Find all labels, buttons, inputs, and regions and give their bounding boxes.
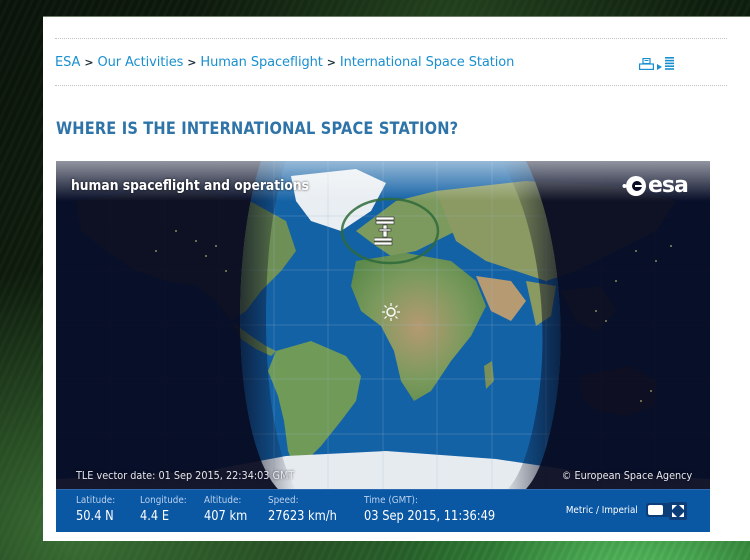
page-title: WHERE IS THE INTERNATIONAL SPACE STATION… xyxy=(56,119,459,139)
iss-icon[interactable] xyxy=(373,216,396,252)
text-list-icon[interactable] xyxy=(665,55,674,74)
time-label: Time (GMT): xyxy=(364,495,418,506)
unit-toggle-group: Metric / Imperial xyxy=(556,503,676,517)
time-field: Time (GMT): 03 Sep 2015, 11:36:49 xyxy=(364,495,513,524)
iss-info-bar: Latitude: 50.4 N Longitude: 4.4 E Altitu… xyxy=(56,489,710,532)
longitude-field: Longitude: 4.4 E xyxy=(140,495,193,524)
unit-toggle-label: Metric / Imperial xyxy=(565,504,638,516)
divider-top xyxy=(55,38,727,39)
altitude-field: Altitude: 407 km xyxy=(204,495,253,524)
fullscreen-button[interactable] xyxy=(669,502,687,520)
breadcrumb-our-activities[interactable]: Our Activities xyxy=(97,55,183,70)
breadcrumb-esa[interactable]: ESA xyxy=(55,55,80,70)
speed-label: Speed: xyxy=(268,495,299,506)
content-card: ESA > Our Activities > Human Spaceflight > Int… xyxy=(43,16,750,541)
copyright-notice: © European Space Agency xyxy=(561,469,692,482)
page-tools xyxy=(639,55,674,74)
printer-icon[interactable] xyxy=(639,55,655,74)
longitude-label: Longitude: xyxy=(140,495,187,506)
breadcrumb-iss[interactable]: International Space Station xyxy=(340,55,514,70)
time-value: 03 Sep 2015, 11:36:49 xyxy=(364,509,496,524)
divider-bottom xyxy=(55,85,727,86)
esa-logo-icon xyxy=(622,175,646,196)
latitude-value: 50.4 N xyxy=(76,509,114,524)
speed-value: 27623 km/h xyxy=(268,509,337,524)
longitude-value: 4.4 E xyxy=(140,509,170,524)
breadcrumb-separator: > xyxy=(187,56,197,69)
breadcrumb-separator: > xyxy=(84,56,94,69)
esa-logo-text: esa xyxy=(648,173,689,198)
toggle-knob xyxy=(647,505,663,515)
map-banner-title: human spaceflight and operations xyxy=(71,178,309,194)
altitude-value: 407 km xyxy=(204,509,248,524)
world-map xyxy=(56,161,710,489)
esa-logo: esa xyxy=(622,173,689,198)
iss-tracker-map[interactable]: human spaceflight and operations esa TLE… xyxy=(56,161,710,489)
latitude-label: Latitude: xyxy=(76,495,116,506)
breadcrumb-separator: > xyxy=(326,56,336,69)
arrow-right-icon xyxy=(657,55,662,74)
sun-icon xyxy=(382,303,400,325)
breadcrumb-human-spaceflight[interactable]: Human Spaceflight xyxy=(200,55,322,70)
altitude-label: Altitude: xyxy=(204,495,242,506)
tle-vector-date: TLE vector date: 01 Sep 2015, 22:34:03 G… xyxy=(76,469,295,482)
speed-field: Speed: 27623 km/h xyxy=(268,495,346,524)
latitude-field: Latitude: 50.4 N xyxy=(76,495,121,524)
breadcrumb: ESA > Our Activities > Human Spaceflight > Int… xyxy=(55,55,514,70)
fullscreen-icon xyxy=(672,505,684,517)
